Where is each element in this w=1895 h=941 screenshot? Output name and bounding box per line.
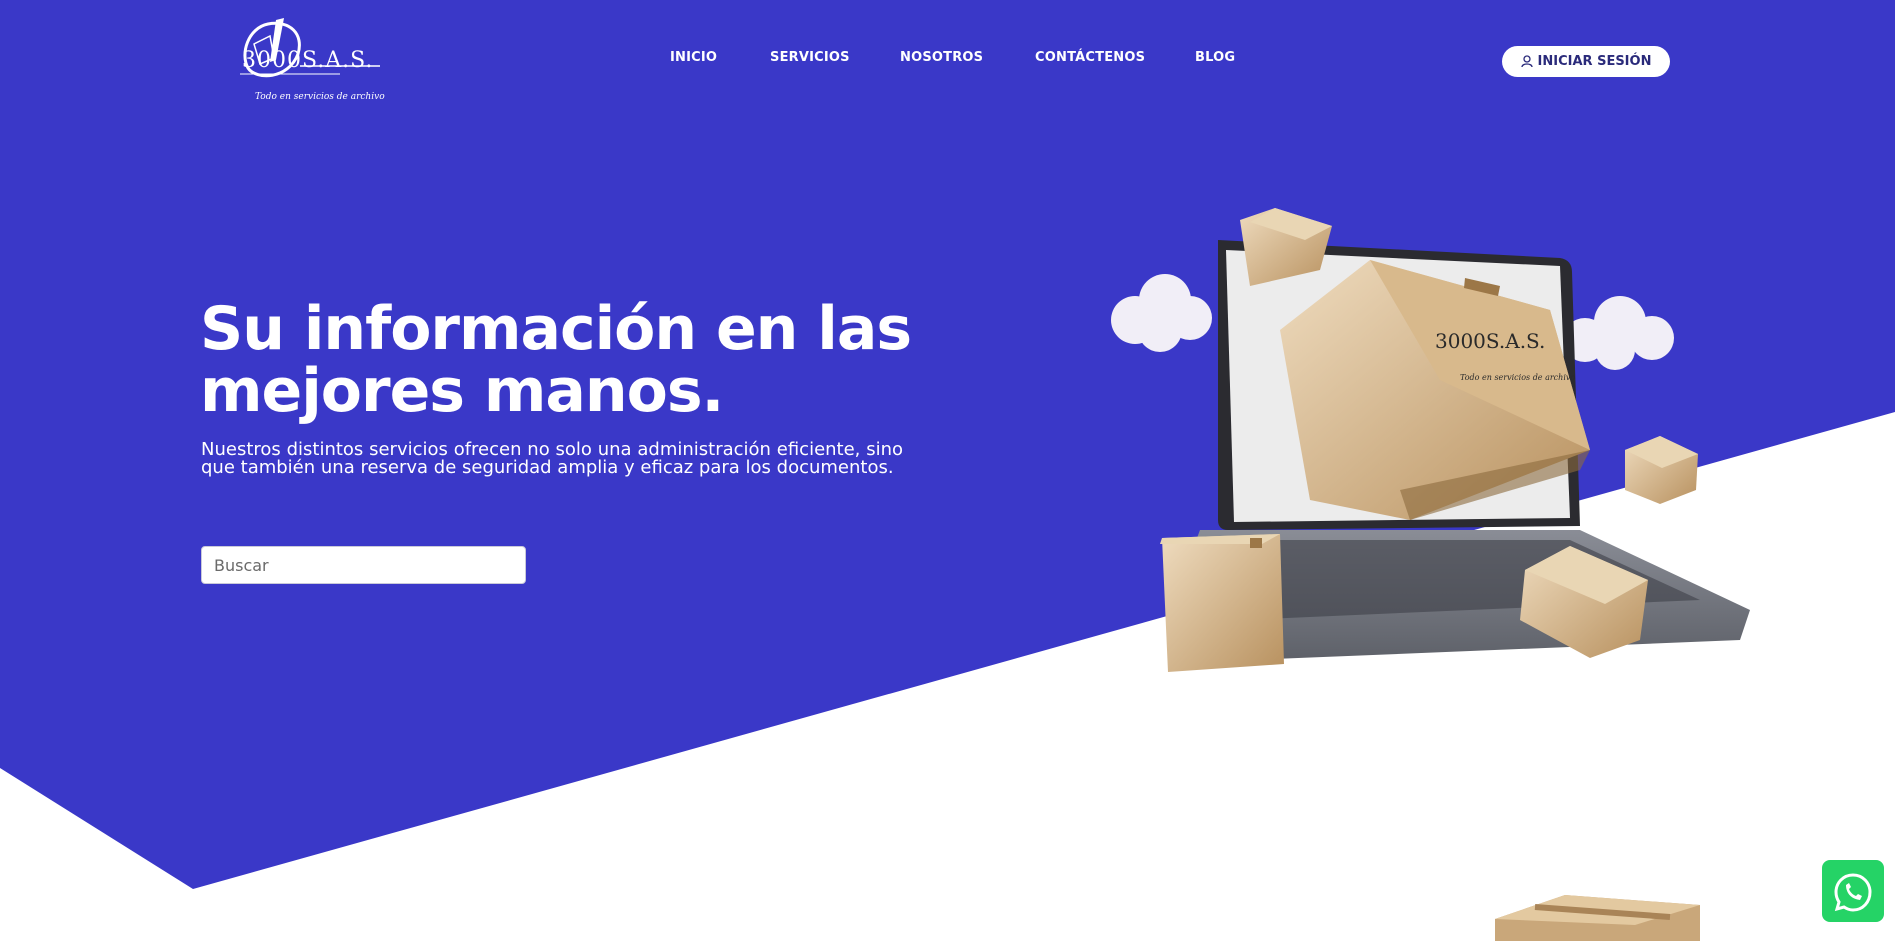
login-label: INICIAR SESIÓN — [1537, 54, 1652, 69]
small-box-icon — [1625, 436, 1698, 504]
whatsapp-icon — [1834, 873, 1872, 912]
nav-item-blog[interactable]: BLOG — [1195, 50, 1235, 65]
search-input[interactable] — [201, 546, 526, 584]
standing-box-icon — [1160, 534, 1284, 672]
logo-tagline: Todo en servicios de archivo — [255, 92, 385, 102]
nav-item-inicio[interactable]: INICIO — [670, 50, 717, 65]
cloud-left — [1111, 274, 1212, 352]
box-icon — [1495, 895, 1700, 941]
nav-item-contactenos[interactable]: CONTÁCTENOS — [1035, 50, 1145, 65]
user-icon — [1520, 55, 1533, 68]
svg-text:3000S.A.S.: 3000S.A.S. — [1435, 329, 1545, 353]
hero-title-line1: Su información en las — [200, 294, 912, 364]
svg-text:Todo en servicios de archivo: Todo en servicios de archivo — [1460, 373, 1575, 382]
hero-title: Su información en las mejores manos. — [200, 298, 920, 422]
hero-description: Nuestros distintos servicios ofrecen no … — [201, 439, 903, 478]
nav-item-nosotros[interactable]: NOSOTROS — [900, 50, 983, 65]
login-button[interactable]: INICIAR SESIÓN — [1502, 46, 1670, 77]
laptop-boxes-illustration: 3000S.A.S. Todo en servicios de archivo — [1111, 208, 1750, 672]
whatsapp-button[interactable] — [1822, 860, 1884, 922]
cloud-right — [1563, 296, 1674, 370]
nav-item-servicios[interactable]: SERVICIOS — [770, 50, 850, 65]
hero-title-line2: mejores manos. — [200, 356, 724, 426]
